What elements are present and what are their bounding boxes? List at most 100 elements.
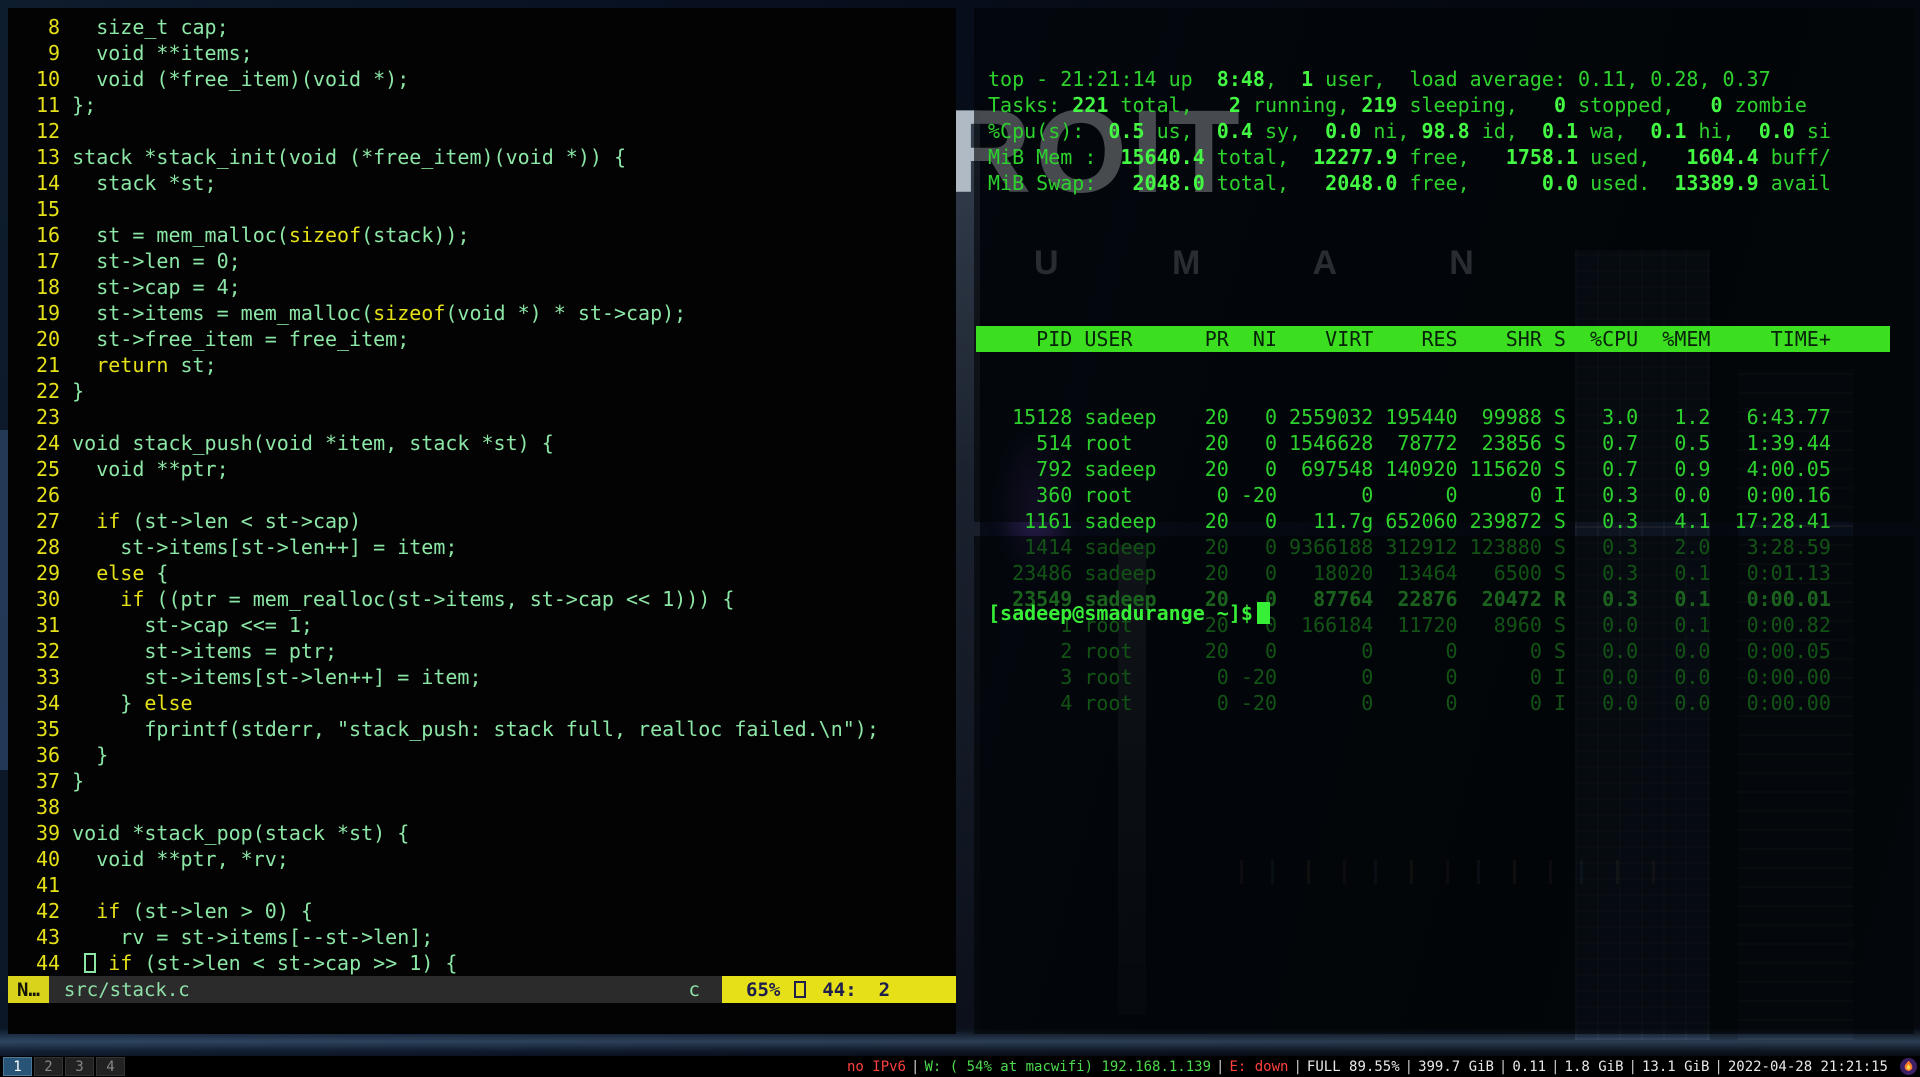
workspace-button-1[interactable]: 1 (3, 1057, 32, 1076)
line-number: 24 (36, 430, 60, 456)
code-line: 11}; (36, 92, 956, 118)
line-number: 16 (36, 222, 60, 248)
code-line: 14 stack *st; (36, 170, 956, 196)
code-text: } (72, 769, 84, 793)
code-text: void stack_push(void *item, stack *st) { (72, 431, 554, 455)
code-line: 26 (36, 482, 956, 508)
code-line: 8 size_t cap; (36, 14, 956, 40)
line-number: 10 (36, 66, 60, 92)
status-segment: W: ( 54% at macwifi) 192.168.1.139 (924, 1059, 1211, 1075)
blank-line (988, 248, 1914, 274)
top-table-header: PID USER PR NI VIRT RES SHR S %CPU %MEM … (976, 326, 1890, 352)
line-number: 17 (36, 248, 60, 274)
vim-filetype: c (689, 976, 722, 1003)
line-number: 15 (36, 196, 60, 222)
code-line: 28 st->items[st->len++] = item; (36, 534, 956, 560)
code-line: 35 fprintf(stderr, "stack_push: stack fu… (36, 716, 956, 742)
workspace-button-4[interactable]: 4 (96, 1057, 125, 1076)
line-number: 43 (36, 924, 60, 950)
line-number: 35 (36, 716, 60, 742)
status-separator: | (1288, 1059, 1306, 1075)
code-text: void (*free_item)(void *); (72, 67, 409, 91)
code-line: 20 st->free_item = free_item; (36, 326, 956, 352)
top-summary-line: Tasks: 221 total, 2 running, 219 sleepin… (988, 92, 1914, 118)
line-number: 22 (36, 378, 60, 404)
top-summary-line: top - 21:21:14 up 8:48, 1 user, load ave… (988, 66, 1914, 92)
process-row: 15128 sadeep 20 0 2559032 195440 99988 S… (988, 404, 1914, 430)
line-number: 21 (36, 352, 60, 378)
code-line: 12 (36, 118, 956, 144)
top-summary: top - 21:21:14 up 8:48, 1 user, load ave… (988, 66, 1914, 196)
code-text: void **ptr; (72, 457, 229, 481)
line-number: 20 (36, 326, 60, 352)
code-text: } (72, 379, 84, 403)
line-number: 13 (36, 144, 60, 170)
line-number: 39 (36, 820, 60, 846)
line-number: 36 (36, 742, 60, 768)
workspace-button-3[interactable]: 3 (65, 1057, 94, 1076)
status-segment: 2022-04-28 21:21:15 (1728, 1059, 1888, 1075)
code-line: 24 void stack_push(void *item, stack *st)… (36, 430, 956, 456)
vim-cursor-col: 2 (879, 979, 890, 1001)
code-text: st = mem_malloc(sizeof(stack)); (72, 223, 469, 247)
shell-prompt-line[interactable]: [sadeep@smadurange ~]$ (988, 600, 1914, 626)
code-text: void **items; (72, 41, 253, 65)
code-line: 44 if (st->len < st->cap >> 1) { (36, 950, 956, 976)
vim-scroll-percent: 65% (746, 979, 780, 1001)
process-row: 792 sadeep 20 0 697548 140920 115620 S 0… (988, 456, 1914, 482)
line-number: 29 (36, 560, 60, 586)
code-line: 32 st->items = ptr; (36, 638, 956, 664)
code-line: 16 st = mem_malloc(sizeof(stack)); (36, 222, 956, 248)
code-text: st->len = 0; (72, 249, 241, 273)
tray-flame-icon[interactable] (1900, 1058, 1917, 1075)
code-line: 18 st->cap = 4; (36, 274, 956, 300)
line-number: 28 (36, 534, 60, 560)
process-row: 1161 sadeep 20 0 11.7g 652060 239872 S 0… (988, 508, 1914, 534)
workspace-button-2[interactable]: 2 (34, 1057, 63, 1076)
vim-filename: src/stack.c (49, 976, 689, 1003)
code-text: stack *st; (72, 171, 217, 195)
vim-position-block: 65% 44: 2 (722, 976, 956, 1003)
code-line: 43 rv = st->items[--st->len]; (36, 924, 956, 950)
status-segment: FULL 89.55% (1307, 1059, 1400, 1075)
line-number: 30 (36, 586, 60, 612)
workspace-group: 1234 (0, 1057, 126, 1076)
code-text: st->items[st->len++] = item; (72, 665, 481, 689)
vim-mode-indicator: N… (8, 976, 49, 1003)
code-line: 41 (36, 872, 956, 898)
code-line: 39void *stack_pop(stack *st) { (36, 820, 956, 846)
line-number: 14 (36, 170, 60, 196)
line-number: 37 (36, 768, 60, 794)
line-number: 25 (36, 456, 60, 482)
code-text: } (72, 743, 108, 767)
code-text: rv = st->items[--st->len]; (72, 925, 433, 949)
code-area[interactable]: 8 size_t cap;9 void **items;10 void (*fr… (8, 8, 956, 976)
code-text: stack *stack_init(void (*free_item)(void… (72, 145, 626, 169)
line-number: 9 (36, 40, 60, 66)
code-text: else { (72, 561, 168, 585)
line-number: 31 (36, 612, 60, 638)
line-number: 40 (36, 846, 60, 872)
code-text: st->items = mem_malloc(sizeof(void *) * … (72, 301, 686, 325)
code-text: st->items = ptr; (72, 639, 337, 663)
code-line: 22} (36, 378, 956, 404)
vim-editor-pane[interactable]: 8 size_t cap;9 void **items;10 void (*fr… (8, 8, 956, 1034)
code-line: 38 (36, 794, 956, 820)
line-number: 23 (36, 404, 60, 430)
status-separator: | (1709, 1059, 1727, 1075)
code-text: }; (72, 93, 96, 117)
code-text: if (st->len > 0) { (72, 899, 313, 923)
code-line: 10 void (*free_item)(void *); (36, 66, 956, 92)
code-line: 17 st->len = 0; (36, 248, 956, 274)
process-row: 360 root 0 -20 0 0 0 I 0.3 0.0 0:00.16 (988, 482, 1914, 508)
line-number: 18 (36, 274, 60, 300)
line-number: 44 (36, 950, 60, 976)
shell-terminal-pane[interactable]: [sadeep@smadurange ~]$ (974, 536, 1914, 1034)
line-number: 11 (36, 92, 60, 118)
vim-cursor (84, 953, 96, 973)
line-number: 42 (36, 898, 60, 924)
status-text-group: no IPv6|W: ( 54% at macwifi) 192.168.1.1… (847, 1059, 1892, 1075)
top-terminal-pane[interactable]: top - 21:21:14 up 8:48, 1 user, load ave… (974, 8, 1914, 522)
status-separator: | (1546, 1059, 1564, 1075)
vim-cursor-line: 44: (822, 979, 856, 1001)
